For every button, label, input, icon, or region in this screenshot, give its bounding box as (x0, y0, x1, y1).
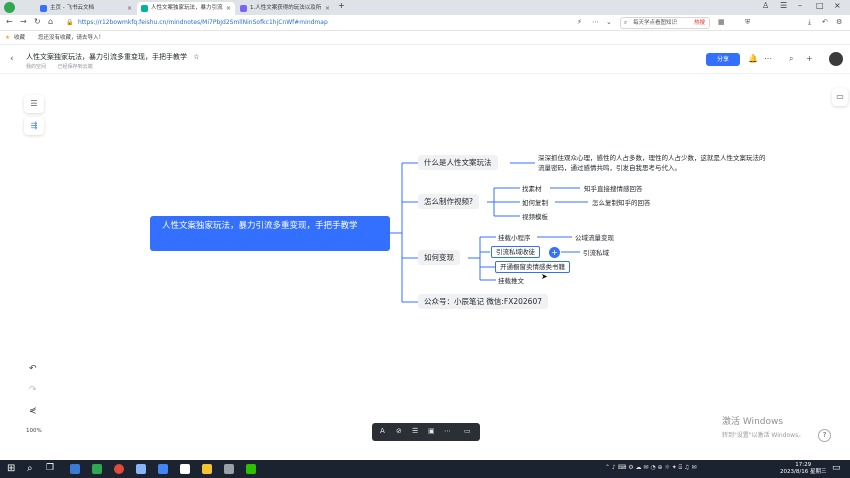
layout-icon[interactable]: ⋞ (29, 406, 37, 416)
mindmap-node-mini-program[interactable]: 挂载小程序 (498, 232, 531, 242)
add-child-node-button[interactable]: + (549, 247, 560, 258)
bottom-toolbar: A ⊘ ☰ ▣ ⋯ ▭ (372, 423, 480, 441)
notification-icon[interactable]: ▭ (832, 463, 841, 473)
image-icon[interactable]: ▣ (428, 427, 435, 435)
help-icon[interactable]: ? (818, 429, 831, 442)
mindmap-node-make-video[interactable]: 怎么制作视频? (418, 194, 479, 209)
clock-date: 2023/8/16 星期三 (780, 469, 827, 475)
taskbar-app-wechat[interactable] (246, 464, 256, 474)
mindmap-node-description[interactable]: 深深抓住观众心理，感性的人占多数，理性的人占少数，这就是人性文案玩法的流量密码，… (538, 153, 766, 173)
taskbar-app-chrome[interactable] (114, 464, 124, 474)
taskbar-app-1[interactable] (70, 464, 80, 474)
taskbar-app-capcut[interactable] (180, 464, 190, 474)
mindmap-leaf-zhihu-search[interactable]: 知乎直接搜情感回答 (584, 183, 643, 193)
activation-watermark-title: 激活 Windows (722, 417, 784, 427)
check-icon[interactable]: ⊘ (396, 427, 402, 435)
comment-icon[interactable]: ▭ (464, 427, 471, 435)
mindmap-node-how-copy[interactable]: 如何复制 (522, 197, 548, 207)
mindmap-node-private-traffic[interactable]: 引流私域收徒 (491, 246, 540, 258)
mindmap-node-contact[interactable]: 公众号：小辰笔记 微信:FX202607 (418, 294, 548, 309)
taskbar-app-browser[interactable] (92, 464, 102, 474)
mindmap-node-find-material[interactable]: 找素材 (522, 183, 542, 193)
activation-watermark-subtitle: 转到"设置"以激活 Windows。 (722, 432, 805, 439)
windows-taskbar: ⊞ ⌕ ❐ ⌃ ♪ ⌨ ⚙ ☁ ✉ ◔ ⊕ ☼ ✦ ⌸ ♫ ✉ 17:29 20… (0, 460, 850, 478)
taskbar-clock[interactable]: 17:29 2023/8/16 星期三 (780, 462, 826, 476)
taskbar-app-8[interactable] (224, 464, 234, 474)
mindmap-node-showcase-books[interactable]: 开通橱窗卖情感类书籍 (495, 261, 570, 273)
undo-icon[interactable]: ↶ (29, 364, 37, 374)
taskbar-app-5[interactable] (158, 464, 168, 474)
mindmap-root-node[interactable]: 人性文案独家玩法，暴力引流多重变现，手把手教学 (150, 216, 390, 251)
clock-time: 17:29 (795, 462, 812, 468)
mindmap-leaf-public-traffic[interactable]: 公域流量变现 (575, 232, 614, 242)
mindmap-connectors (390, 162, 588, 303)
windows-start-icon[interactable]: ⊞ (7, 463, 15, 474)
note-icon[interactable]: ☰ (412, 427, 418, 435)
system-tray-icons[interactable]: ⌃ ♪ ⌨ ⚙ ☁ ✉ ◔ ⊕ ☼ ✦ ⌸ ♫ ✉ (605, 464, 697, 472)
redo-icon[interactable]: ↷ (29, 385, 37, 395)
zoom-level[interactable]: 100% (26, 428, 42, 434)
taskbar-app-4[interactable] (136, 464, 146, 474)
search-icon[interactable]: ⌕ (27, 463, 33, 474)
text-style-icon[interactable]: A (380, 427, 385, 435)
task-view-icon[interactable]: ❐ (46, 463, 54, 473)
mindmap-node-articles[interactable]: 挂载推文 (498, 275, 524, 285)
mindmap-leaf-copy-answer[interactable]: 怎么复制知乎的回答 (592, 197, 651, 207)
mindmap-leaf-private-traffic[interactable]: 引流私域 (583, 247, 609, 257)
taskbar-app-folder[interactable] (202, 464, 212, 474)
mindmap-node-monetize[interactable]: 如何变现 (418, 250, 460, 265)
mindmap-node-video-template[interactable]: 视频模板 (522, 211, 548, 221)
mindmap-node-what-is[interactable]: 什么是人性文案玩法 (418, 155, 498, 170)
mouse-cursor-icon: ➤ (541, 272, 548, 281)
more-icon[interactable]: ⋯ (444, 427, 451, 435)
